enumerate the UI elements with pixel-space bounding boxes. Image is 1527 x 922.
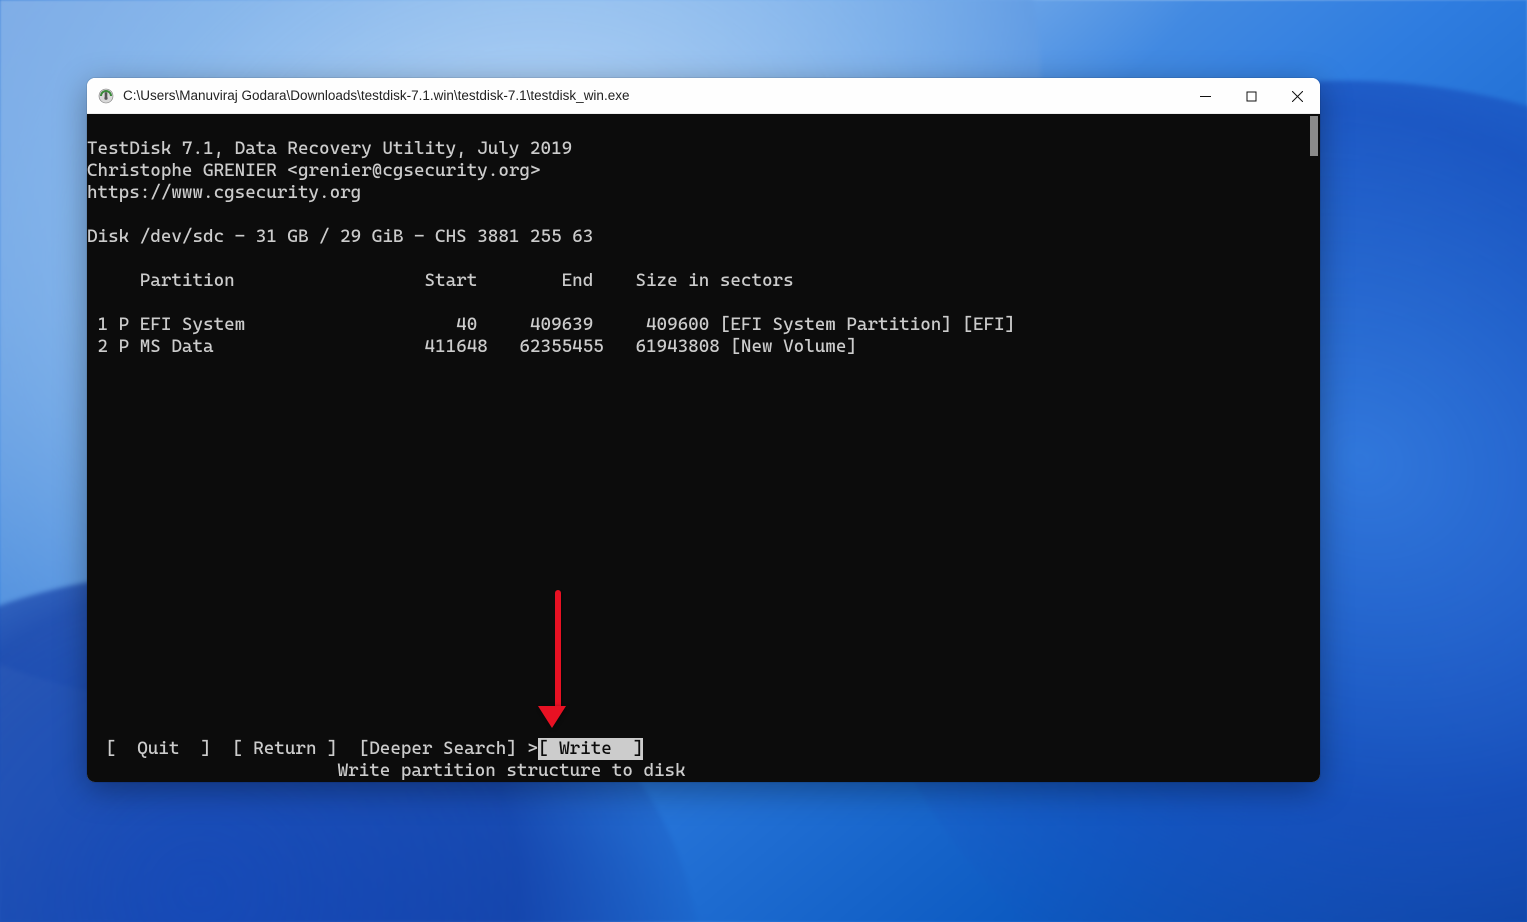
terminal-area[interactable]: TestDisk 7.1, Data Recovery Utility, Jul… [87,114,1320,782]
menu-quit[interactable]: [ Quit ] [95,738,222,760]
minimize-button[interactable] [1182,78,1228,114]
status-line: Write partition structure to disk [87,760,686,782]
partition-row: 1 P EFI System 40 409639 409600 [EFI Sys… [87,314,1015,335]
app-header-line: TestDisk 7.1, Data Recovery Utility, Jul… [87,138,572,159]
menu-deeper-search[interactable]: [Deeper Search] [348,738,527,760]
terminal-content: TestDisk 7.1, Data Recovery Utility, Jul… [87,114,1320,380]
disk-info-line: Disk /dev/sdc - 31 GB / 29 GiB - CHS 388… [87,226,593,247]
author-line: Christophe GRENIER <grenier@cgsecurity.o… [87,160,541,181]
app-icon [97,87,115,105]
menu-row: [ Quit ] [ Return ] [Deeper Search] >[ W… [87,738,643,760]
window-controls [1182,78,1320,113]
url-line: https://www.cgsecurity.org [87,182,361,203]
titlebar[interactable]: C:\Users\Manuviraj Godara\Downloads\test… [87,78,1320,114]
window-title: C:\Users\Manuviraj Godara\Downloads\test… [123,88,1182,103]
menu-write[interactable]: [ Write ] [538,738,643,760]
close-button[interactable] [1274,78,1320,114]
menu-cursor: > [527,738,538,760]
partition-row: 2 P MS Data 411648 62355455 61943808 [Ne… [87,336,857,357]
terminal-window: C:\Users\Manuviraj Godara\Downloads\test… [87,78,1320,782]
scrollbar-thumb[interactable] [1310,116,1318,156]
menu-return[interactable]: [ Return ] [222,738,349,760]
column-headers: Partition Start End Size in sectors [87,270,794,291]
maximize-button[interactable] [1228,78,1274,114]
